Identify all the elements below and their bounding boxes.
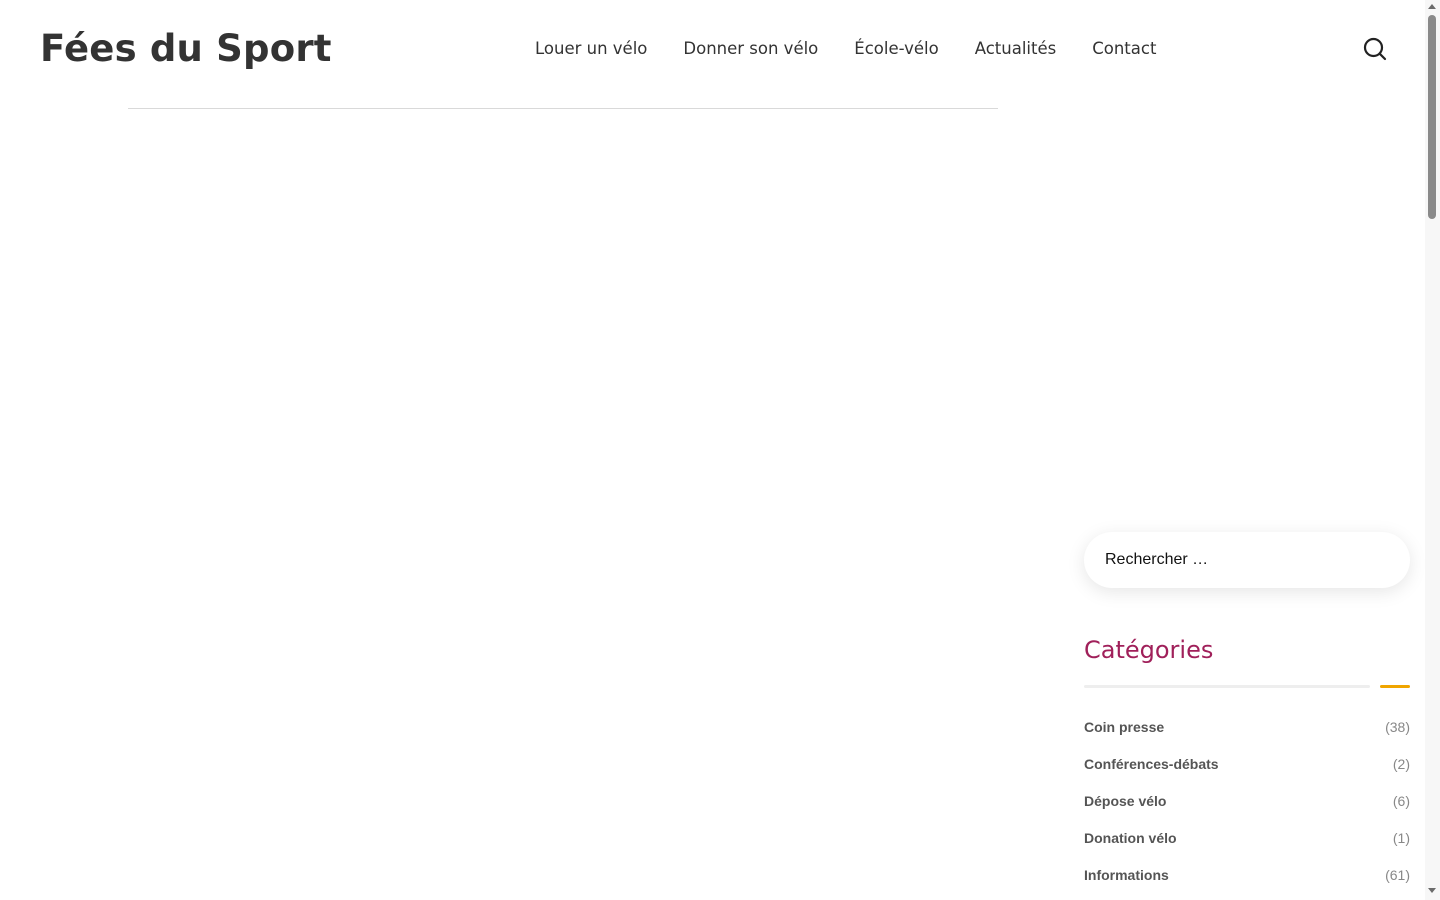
page: Fées du Sport Louer un vélo Donner son v… [0, 0, 1440, 900]
nav-item-louer-un-velo[interactable]: Louer un vélo [535, 38, 647, 60]
widget-title-accent-line [1380, 685, 1410, 688]
page-scrollbar[interactable] [1425, 0, 1440, 900]
category-link-informations[interactable]: Informations [1084, 865, 1169, 885]
nav-item-contact[interactable]: Contact [1092, 38, 1156, 60]
list-item: Informations (61) [1084, 865, 1410, 900]
list-item: Donation vélo (1) [1084, 828, 1410, 865]
nav-item-donner-son-velo[interactable]: Donner son vélo [683, 38, 818, 60]
category-link-depose-velo[interactable]: Dépose vélo [1084, 791, 1166, 811]
category-count: (2) [1392, 756, 1410, 772]
categories-list: Coin presse (38) Conférences-débats (2) … [1084, 717, 1410, 900]
category-link-coin-presse[interactable]: Coin presse [1084, 717, 1164, 737]
scrollbar-thumb[interactable] [1428, 15, 1436, 219]
content-divider [128, 108, 998, 109]
nav-item-actualites[interactable]: Actualités [975, 38, 1057, 60]
main-nav: Louer un vélo Donner son vélo École-vélo… [535, 38, 1156, 60]
category-count: (1) [1392, 830, 1410, 846]
sidebar-search-form [1084, 532, 1410, 588]
nav-item-ecole-velo[interactable]: École-vélo [854, 38, 938, 60]
list-item: Dépose vélo (6) [1084, 791, 1410, 828]
widget-title-underline [1084, 685, 1370, 688]
category-count: (6) [1392, 793, 1410, 809]
header-search-button[interactable] [1362, 36, 1388, 62]
categories-widget-title: Catégories [1084, 636, 1214, 664]
site-logo[interactable]: Fées du Sport [40, 26, 332, 72]
scroll-up-arrow-icon[interactable] [1428, 4, 1436, 9]
category-link-conferences-debats[interactable]: Conférences-débats [1084, 754, 1219, 774]
list-item: Conférences-débats (2) [1084, 754, 1410, 791]
category-link-donation-velo[interactable]: Donation vélo [1084, 828, 1177, 848]
category-count: (61) [1385, 867, 1410, 883]
scroll-down-arrow-icon[interactable] [1428, 888, 1436, 893]
sidebar-search-input[interactable] [1084, 532, 1410, 588]
list-item: Coin presse (38) [1084, 717, 1410, 754]
category-count: (38) [1385, 719, 1410, 735]
search-icon [1363, 37, 1387, 61]
